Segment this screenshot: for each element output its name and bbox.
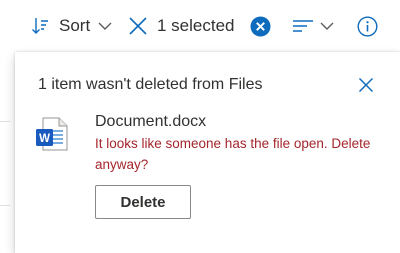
list-divider	[0, 121, 10, 122]
close-icon	[128, 16, 148, 36]
list-divider	[0, 205, 10, 206]
delete-button[interactable]: Delete	[95, 185, 191, 219]
view-options-icon	[292, 17, 314, 35]
chevron-down-icon	[98, 21, 112, 31]
sort-label: Sort	[59, 16, 91, 35]
info-button[interactable]	[357, 0, 378, 52]
svg-text:W: W	[39, 133, 50, 145]
info-icon	[357, 15, 378, 37]
dialog-title: 1 item wasn't deleted from Files	[38, 76, 263, 93]
close-icon	[358, 77, 374, 93]
deselect-button[interactable]: 1 selected	[128, 0, 235, 52]
selection-count: 1 selected	[157, 16, 235, 35]
word-document-icon: W	[34, 116, 70, 152]
error-message: It looks like someone has the file open.…	[95, 136, 371, 172]
clear-selection-button[interactable]	[250, 0, 271, 52]
sort-button[interactable]: Sort	[30, 0, 112, 52]
dialog-close-button[interactable]	[357, 76, 375, 94]
file-name: Document.docx	[95, 113, 207, 130]
delete-failed-dialog: 1 item wasn't deleted from Files W Docum…	[15, 52, 400, 253]
command-bar: Sort 1 selected	[0, 0, 400, 52]
chevron-down-icon	[320, 21, 334, 31]
clear-selection-circle-icon	[250, 16, 271, 37]
sort-icon	[30, 16, 50, 36]
view-options-button[interactable]	[292, 0, 334, 52]
